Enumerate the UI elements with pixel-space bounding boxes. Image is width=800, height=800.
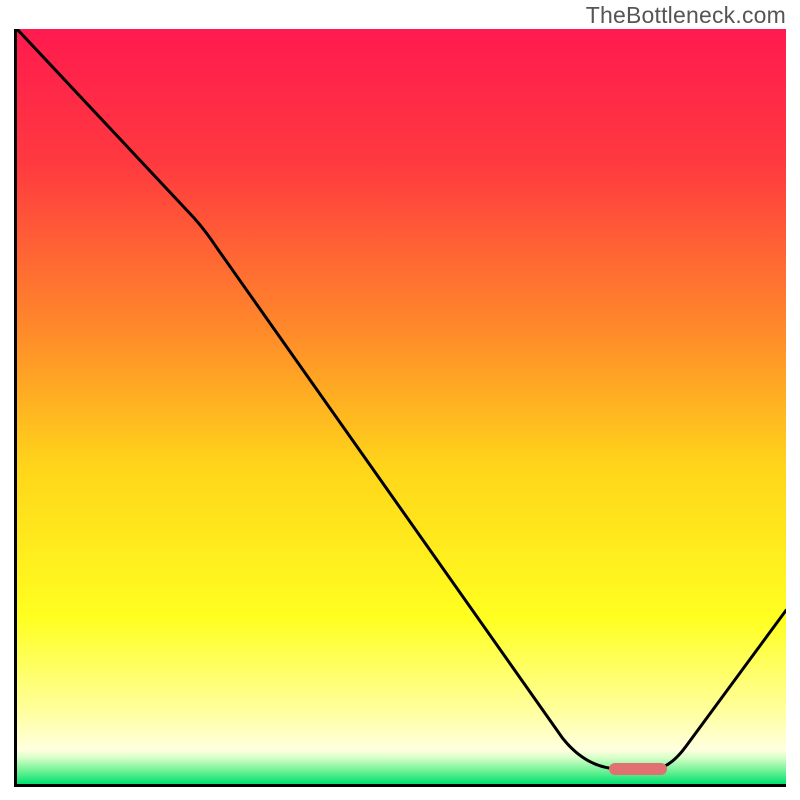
target-zone-marker xyxy=(609,763,667,775)
plot-area xyxy=(17,29,786,784)
chart-svg xyxy=(17,29,786,784)
chart-container: TheBottleneck.com xyxy=(0,0,800,800)
watermark: TheBottleneck.com xyxy=(586,2,786,29)
